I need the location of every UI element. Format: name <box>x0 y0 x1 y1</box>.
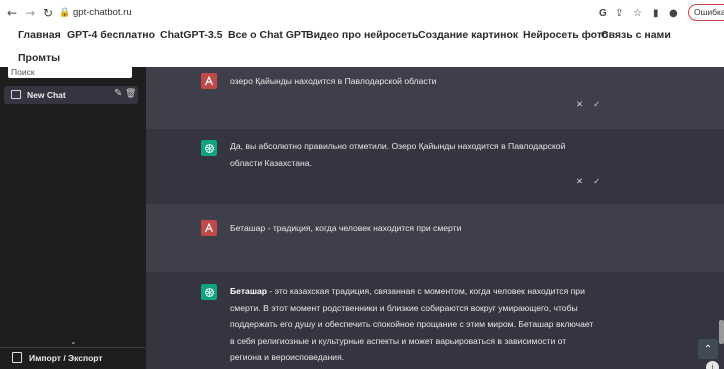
message-line: Беташар - это казахская традиция, связан… <box>230 283 593 300</box>
message-line: Да, вы абсолютно правильно отметили. Озе… <box>230 141 566 151</box>
message-actions: ✕ ✓ <box>576 100 600 110</box>
chevron-down-icon[interactable]: ⌄ <box>70 337 77 346</box>
sidebar-chat-item[interactable]: New Chat ✎ 🗑 <box>4 86 138 104</box>
chevron-double-up-icon[interactable]: ⌃ <box>698 339 718 359</box>
back-icon[interactable]: ← <box>4 5 20 21</box>
user-avatar-icon <box>201 73 217 89</box>
chat-bubble-icon <box>11 90 21 99</box>
openai-glyph <box>204 287 214 297</box>
nav-link-gpt4[interactable]: GPT-4 бесплатно <box>67 29 155 41</box>
message-text: Да, вы абсолютно правильно отметили. Озе… <box>230 138 565 171</box>
trash-icon[interactable]: 🗑 <box>125 89 136 99</box>
nav-link-about[interactable]: Все о Chat GPT <box>228 29 307 41</box>
profile-icon[interactable]: ● <box>669 5 678 21</box>
message-line: смерти. В этот момент родственники и бли… <box>230 302 578 313</box>
nav-link-video[interactable]: Видео про нейросеть <box>306 29 418 41</box>
address-bar-url[interactable]: gpt-chatbot.ru <box>73 7 132 18</box>
side-panel-icon[interactable]: ▮ <box>653 5 659 21</box>
star-icon[interactable]: ☆ <box>633 5 642 21</box>
openai-logo-icon <box>201 284 217 300</box>
search-input[interactable]: Поиск <box>8 67 132 78</box>
lock-icon[interactable]: 🔒 <box>59 5 70 21</box>
browser-toolbar: ← → ↻ 🔒 gpt-chatbot.ru G ⇪ ☆ ▮ ● Ошибка <box>0 0 724 26</box>
import-export-button[interactable]: Импорт / Экспорт <box>12 352 103 363</box>
bold-term: Беташар <box>230 286 268 296</box>
google-icon[interactable]: G <box>599 5 607 21</box>
message-actions: ✕ ✓ <box>576 177 600 187</box>
user-message: озеро Қайынды находится в Павлодарской о… <box>146 67 724 129</box>
reload-icon[interactable]: ↻ <box>40 5 56 21</box>
file-import-icon <box>12 352 22 363</box>
check-icon[interactable]: ✓ <box>593 100 600 110</box>
message-text: озеро Қайынды находится в Павлодарской о… <box>230 76 437 86</box>
message-text: Беташар - это казахская традиция, связан… <box>230 283 593 366</box>
check-icon[interactable]: ✓ <box>593 177 600 187</box>
nav-link-prompts[interactable]: Промты <box>18 52 60 64</box>
user-avatar-glyph <box>204 223 214 233</box>
message-line-rest: - это казахская традиция, связанная с мо… <box>267 286 585 296</box>
info-icon[interactable]: i <box>706 361 719 369</box>
message-line: в себя религиозные и культурные аспекты … <box>230 335 567 346</box>
nav-link-chatgpt35[interactable]: ChatGPT-3.5 <box>160 29 222 41</box>
import-export-label: Импорт / Экспорт <box>29 352 103 363</box>
sidebar-divider <box>0 347 146 348</box>
nav-link-contact[interactable]: Связь с нами <box>601 29 671 41</box>
message-line: региона и вероисповедания. <box>230 352 345 362</box>
close-icon[interactable]: ✕ <box>576 100 583 110</box>
user-message: Беташар - традиция, когда человек находи… <box>146 204 724 272</box>
error-button[interactable]: Ошибка <box>688 4 724 21</box>
nav-link-photo[interactable]: Нейросеть фото <box>523 29 608 41</box>
share-icon[interactable]: ⇪ <box>615 5 623 21</box>
nav-link-home[interactable]: Главная <box>18 29 61 41</box>
sidebar: Поиск New Chat ✎ 🗑 ⌄ Импорт / Экспорт <box>0 67 146 369</box>
chat-item-label: New Chat <box>27 90 66 100</box>
forward-icon[interactable]: → <box>22 5 38 21</box>
assistant-message: Да, вы абсолютно правильно отметили. Озе… <box>146 129 724 204</box>
openai-logo-icon <box>201 140 217 156</box>
message-line: области Казахстана. <box>230 157 312 168</box>
pencil-icon[interactable]: ✎ <box>114 88 122 99</box>
message-text: Беташар - традиция, когда человек находи… <box>230 223 462 233</box>
user-avatar-icon <box>201 220 217 236</box>
message-line: поддержать его душу и обеспечить спокойн… <box>230 319 594 329</box>
scrollbar-thumb[interactable] <box>719 320 724 344</box>
close-icon[interactable]: ✕ <box>576 177 583 187</box>
assistant-message: Беташар - это казахская традиция, связан… <box>146 272 724 369</box>
nav-link-images[interactable]: Создание картинок <box>418 29 518 41</box>
user-avatar-glyph <box>204 76 214 86</box>
openai-glyph <box>204 143 214 153</box>
chat-area: озеро Қайынды находится в Павлодарской о… <box>146 67 724 369</box>
site-navigation: Главная GPT-4 бесплатно ChatGPT-3.5 Все … <box>0 26 724 67</box>
